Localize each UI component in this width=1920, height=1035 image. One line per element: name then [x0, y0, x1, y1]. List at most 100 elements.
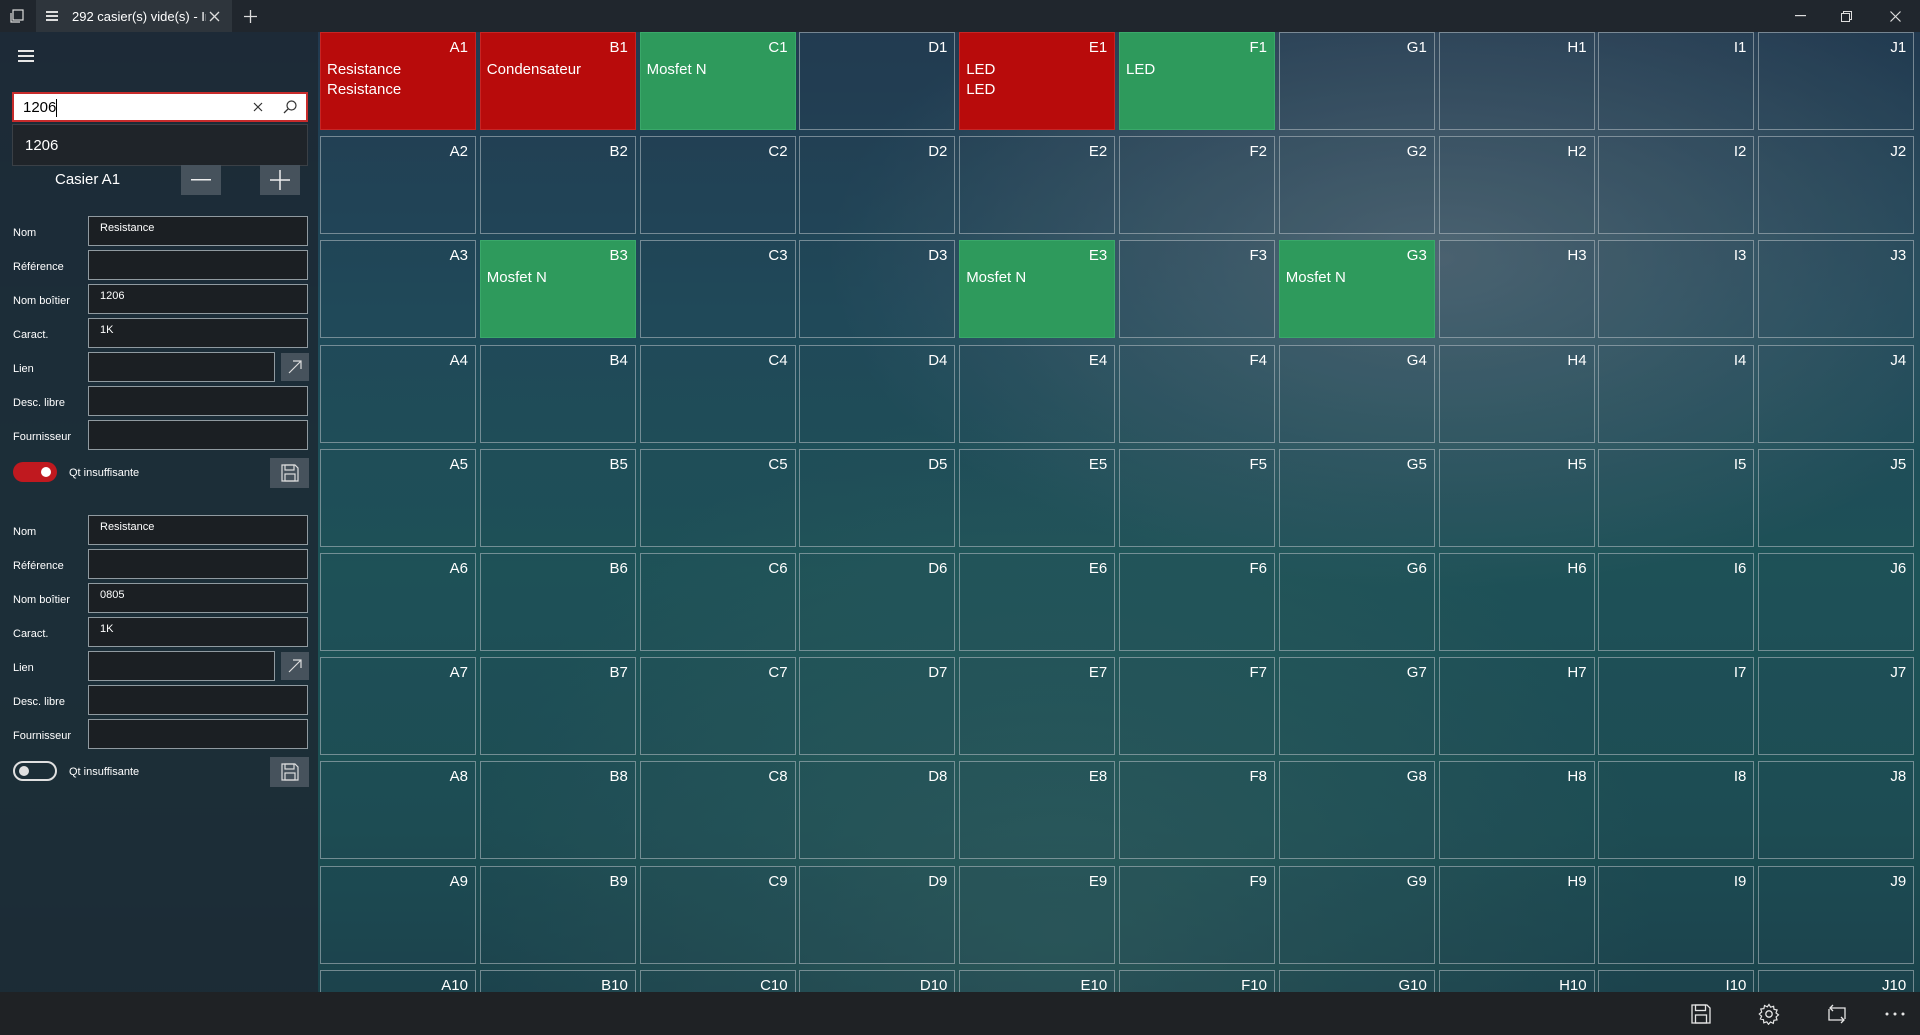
casier-cell-c2[interactable]: C2	[639, 136, 796, 235]
casier-cell-i8[interactable]: I8	[1598, 761, 1755, 860]
casier-cell-e7[interactable]: E7	[959, 657, 1116, 756]
casier-cell-j2[interactable]: J2	[1758, 136, 1915, 235]
open-link-arrow-icon[interactable]	[281, 353, 309, 381]
casier-cell-b1[interactable]: B1 Condensateur	[479, 32, 636, 130]
search-input[interactable]: 1206	[23, 99, 56, 116]
casier-cell-g8[interactable]: G8	[1278, 761, 1435, 860]
casier-cell-d2[interactable]: D2	[799, 136, 956, 235]
casier-cell-e5[interactable]: E5	[959, 448, 1116, 547]
open-link-arrow-icon[interactable]	[281, 652, 309, 680]
casier-cell-h3[interactable]: H3	[1438, 240, 1595, 339]
casier-cell-b10[interactable]: B10	[479, 969, 636, 992]
casier-cell-d8[interactable]: D8	[799, 761, 956, 860]
casier-cell-a9[interactable]: A9	[320, 865, 476, 964]
casier-cell-c1[interactable]: C1 Mosfet N	[639, 32, 796, 130]
nom-boitier-field[interactable]: 0805	[88, 583, 308, 613]
casier-cell-e10[interactable]: E10	[959, 969, 1116, 992]
hamburger-menu-icon[interactable]	[18, 50, 34, 64]
casier-cell-c5[interactable]: C5	[639, 448, 796, 547]
casier-cell-e9[interactable]: E9	[959, 865, 1116, 964]
casier-cell-d7[interactable]: D7	[799, 657, 956, 756]
casier-cell-f2[interactable]: F2	[1119, 136, 1275, 235]
search-suggestion[interactable]: 1206	[12, 124, 308, 166]
casier-cell-h9[interactable]: H9	[1438, 865, 1595, 964]
casier-cell-c10[interactable]: C10	[639, 969, 796, 992]
close-icon[interactable]	[1872, 0, 1918, 32]
casier-cell-h5[interactable]: H5	[1438, 448, 1595, 547]
casier-cell-g6[interactable]: G6	[1278, 553, 1435, 651]
casier-cell-d9[interactable]: D9	[799, 865, 956, 964]
casier-cell-i10[interactable]: I10	[1598, 969, 1755, 992]
casier-cell-e2[interactable]: E2	[959, 136, 1116, 235]
casier-cell-a6[interactable]: A6	[320, 553, 476, 651]
qt-insuffisante-toggle[interactable]	[13, 761, 57, 781]
casier-cell-h1[interactable]: H1	[1438, 32, 1595, 130]
casier-cell-f7[interactable]: F7	[1119, 657, 1275, 756]
new-tab-plus-icon[interactable]	[240, 6, 260, 26]
fournisseur-field[interactable]	[88, 420, 308, 450]
casier-cell-j10[interactable]: J10	[1758, 969, 1915, 992]
search-box[interactable]: 1206	[12, 92, 308, 122]
casier-cell-d6[interactable]: D6	[799, 553, 956, 651]
casier-cell-d5[interactable]: D5	[799, 448, 956, 547]
qt-insuffisante-toggle[interactable]	[13, 462, 57, 482]
casier-cell-e3[interactable]: E3 Mosfet N	[959, 240, 1116, 339]
casier-cell-a7[interactable]: A7	[320, 657, 476, 756]
casier-cell-g10[interactable]: G10	[1278, 969, 1435, 992]
casier-cell-f8[interactable]: F8	[1119, 761, 1275, 860]
rotate-icon[interactable]	[1809, 992, 1865, 1035]
casier-cell-j4[interactable]: J4	[1758, 344, 1915, 443]
casier-cell-f6[interactable]: F6	[1119, 553, 1275, 651]
decrement-button[interactable]	[181, 165, 221, 195]
casier-cell-g5[interactable]: G5	[1278, 448, 1435, 547]
casier-cell-b7[interactable]: B7	[479, 657, 636, 756]
casier-cell-b2[interactable]: B2	[479, 136, 636, 235]
desc-field[interactable]	[88, 386, 308, 416]
gear-icon[interactable]	[1741, 992, 1797, 1035]
casier-cell-f10[interactable]: F10	[1119, 969, 1275, 992]
casier-cell-i9[interactable]: I9	[1598, 865, 1755, 964]
casier-cell-d1[interactable]: D1	[799, 32, 956, 130]
casier-cell-d10[interactable]: D10	[799, 969, 956, 992]
casier-cell-b3[interactable]: B3 Mosfet N	[479, 240, 636, 339]
tab-close-icon[interactable]	[204, 6, 224, 26]
increment-button[interactable]	[260, 165, 300, 195]
windows-tabs-icon[interactable]	[0, 0, 34, 32]
casier-cell-a8[interactable]: A8	[320, 761, 476, 860]
casier-cell-f5[interactable]: F5	[1119, 448, 1275, 547]
casier-cell-j8[interactable]: J8	[1758, 761, 1915, 860]
casier-cell-g1[interactable]: G1	[1278, 32, 1435, 130]
minimize-icon[interactable]	[1777, 0, 1823, 32]
save-icon[interactable]	[270, 458, 309, 488]
nom-field[interactable]: Resistance	[88, 216, 308, 246]
caract-field[interactable]: 1K	[88, 617, 308, 647]
lien-field[interactable]	[88, 352, 275, 382]
casier-cell-j6[interactable]: J6	[1758, 553, 1915, 651]
casier-cell-j5[interactable]: J5	[1758, 448, 1915, 547]
casier-cell-f9[interactable]: F9	[1119, 865, 1275, 964]
casier-cell-b9[interactable]: B9	[479, 865, 636, 964]
casier-cell-b8[interactable]: B8	[479, 761, 636, 860]
casier-cell-a3[interactable]: A3	[320, 240, 476, 339]
more-icon[interactable]	[1867, 992, 1920, 1035]
casier-cell-h6[interactable]: H6	[1438, 553, 1595, 651]
casier-cell-a10[interactable]: A10	[320, 969, 476, 992]
casier-cell-i4[interactable]: I4	[1598, 344, 1755, 443]
lien-field[interactable]	[88, 651, 275, 681]
desc-field[interactable]	[88, 685, 308, 715]
casier-cell-f3[interactable]: F3	[1119, 240, 1275, 339]
casier-cell-e4[interactable]: E4	[959, 344, 1116, 443]
casier-cell-g4[interactable]: G4	[1278, 344, 1435, 443]
casier-cell-i2[interactable]: I2	[1598, 136, 1755, 235]
casier-cell-f4[interactable]: F4	[1119, 344, 1275, 443]
casier-cell-a2[interactable]: A2	[320, 136, 476, 235]
casier-cell-g9[interactable]: G9	[1278, 865, 1435, 964]
casier-cell-b5[interactable]: B5	[479, 448, 636, 547]
casier-cell-i6[interactable]: I6	[1598, 553, 1755, 651]
casier-cell-g2[interactable]: G2	[1278, 136, 1435, 235]
casier-cell-a5[interactable]: A5	[320, 448, 476, 547]
casier-cell-i1[interactable]: I1	[1598, 32, 1755, 130]
search-icon[interactable]	[282, 99, 298, 115]
casier-cell-c9[interactable]: C9	[639, 865, 796, 964]
casier-cell-i3[interactable]: I3	[1598, 240, 1755, 339]
